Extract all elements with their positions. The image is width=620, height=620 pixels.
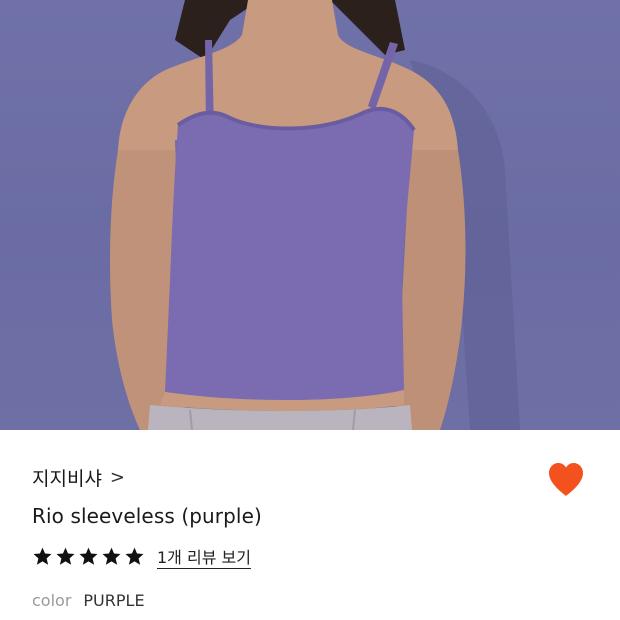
star-icon [56, 547, 75, 565]
star-icon [33, 547, 52, 565]
product-photo[interactable] [0, 0, 620, 430]
review-link[interactable]: 1개 리뷰 보기 [157, 544, 251, 568]
brand-link[interactable]: 지지비샤 > [32, 464, 125, 491]
heart-icon[interactable] [546, 461, 586, 499]
brand-name: 지지비샤 [32, 468, 102, 490]
star-icon [125, 547, 144, 565]
product-photo-illustration [110, 0, 520, 430]
rating-row: 1개 리뷰 보기 [32, 544, 251, 568]
product-info: 지지비샤 > Rio sleeveless (purple) 1개 리뷰 보기 … [0, 430, 620, 620]
star-icon [102, 547, 121, 565]
star-rating [32, 546, 145, 567]
chevron-right-icon: > [109, 466, 126, 488]
star-icon [79, 547, 98, 565]
color-option: color PURPLE [32, 591, 145, 610]
option-value: PURPLE [83, 591, 145, 610]
product-name: Rio sleeveless (purple) [32, 504, 262, 528]
option-label: color [32, 591, 72, 610]
